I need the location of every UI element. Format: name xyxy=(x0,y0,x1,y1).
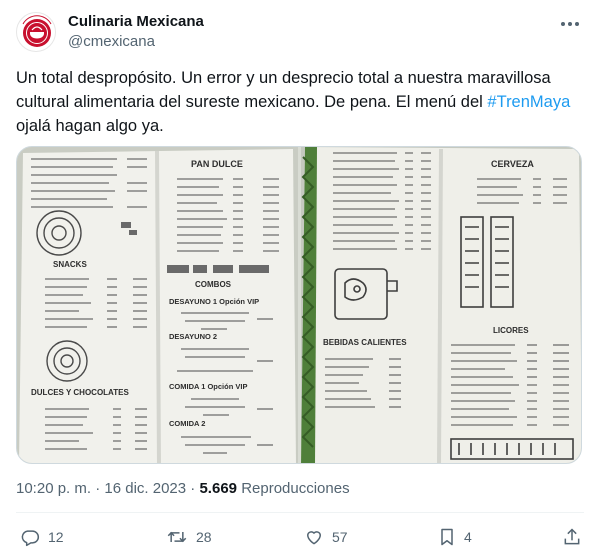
section-snacks: SNACKS xyxy=(53,260,87,269)
tweet-date[interactable]: 16 dic. 2023 xyxy=(104,480,186,497)
repost-icon xyxy=(167,531,187,543)
section-cerveza: CERVEZA xyxy=(491,159,534,169)
user-handle[interactable]: @cmexicana xyxy=(68,32,204,52)
reply-button[interactable]: 12 xyxy=(20,524,64,550)
hashtag-link[interactable]: #TrenMaya xyxy=(487,93,570,111)
like-count: 57 xyxy=(332,529,348,545)
menu-photo-right-image: CERVEZA BEBIDAS CALIENTES LICORES xyxy=(301,147,581,463)
divider xyxy=(16,512,584,513)
reply-icon xyxy=(21,530,40,547)
meta-separator-2: · xyxy=(190,480,196,497)
views-count: 5.669 xyxy=(199,480,238,497)
heart-icon xyxy=(307,531,321,545)
section-combos: COMBOS xyxy=(195,280,232,289)
share-icon xyxy=(564,528,580,545)
section-licores: LICORES xyxy=(493,326,529,335)
section-desayuno-1: DESAYUNO 1 Opción VIP xyxy=(169,297,259,306)
meta-separator: · xyxy=(95,480,101,497)
more-options-button[interactable] xyxy=(558,12,582,36)
tweet-media[interactable]: PAN DULCE SNACKS COMBOS DESAYUNO 1 Opció… xyxy=(16,146,582,464)
menu-photo-right[interactable]: CERVEZA BEBIDAS CALIENTES LICORES xyxy=(301,147,581,463)
tweet-text: Un total despropósito. Un error y un des… xyxy=(16,66,582,138)
reply-count: 12 xyxy=(48,529,64,545)
menu-photo-left[interactable]: PAN DULCE SNACKS COMBOS DESAYUNO 1 Opció… xyxy=(17,147,298,463)
avatar[interactable] xyxy=(16,12,56,52)
tweet-meta: 10:20 p. m. · 16 dic. 2023 · 5.669 Repro… xyxy=(16,479,350,499)
section-pan-dulce: PAN DULCE xyxy=(191,159,243,169)
like-button[interactable]: 57 xyxy=(304,524,348,550)
views-label: Reproducciones xyxy=(241,480,350,497)
section-comida-1: COMIDA 1 Opción VIP xyxy=(169,382,247,391)
action-bar: 12 28 57 4 xyxy=(16,524,584,550)
section-comida-2: COMIDA 2 xyxy=(169,419,205,428)
bookmark-icon xyxy=(441,528,453,546)
menu-photo-left-image: PAN DULCE SNACKS COMBOS DESAYUNO 1 Opció… xyxy=(17,147,298,463)
tweet-text-after: ojalá hagan algo ya. xyxy=(16,117,164,135)
tweet-time[interactable]: 10:20 p. m. xyxy=(16,480,91,497)
tweet-header: Culinaria Mexicana @cmexicana xyxy=(16,10,584,54)
bookmark-button[interactable]: 4 xyxy=(438,524,472,550)
section-desayuno-2: DESAYUNO 2 xyxy=(169,332,217,341)
section-bebidas-calientes: BEBIDAS CALIENTES xyxy=(323,338,407,347)
repost-button[interactable]: 28 xyxy=(166,524,212,550)
author-names: Culinaria Mexicana @cmexicana xyxy=(68,12,204,52)
culinaria-mexicana-logo-icon xyxy=(22,15,52,47)
share-button[interactable] xyxy=(562,524,582,550)
display-name[interactable]: Culinaria Mexicana xyxy=(68,12,204,32)
repost-count: 28 xyxy=(196,529,212,545)
tweet-text-before: Un total despropósito. Un error y un des… xyxy=(16,69,551,111)
more-dots-icon xyxy=(561,22,579,26)
bookmark-count: 4 xyxy=(464,529,472,545)
section-dulces: DULCES Y CHOCOLATES xyxy=(31,388,129,397)
